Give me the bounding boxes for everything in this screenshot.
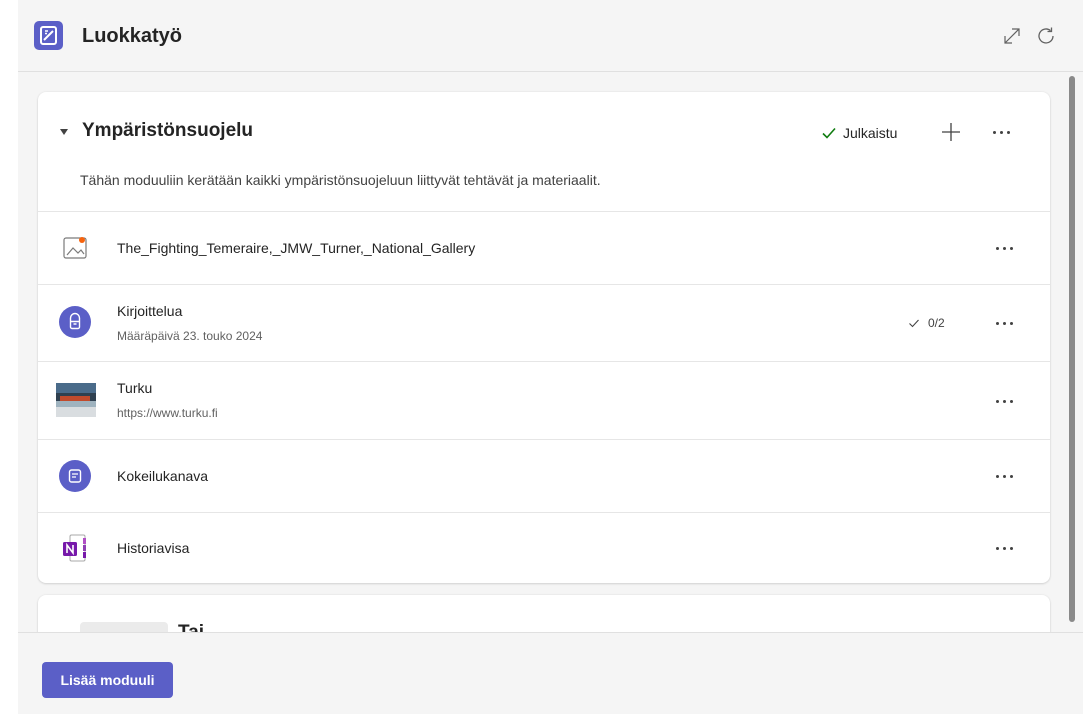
modules-list: Ympäristönsuojelu Julkaistu Tähän moduul… bbox=[18, 72, 1083, 632]
refresh-icon[interactable] bbox=[1034, 24, 1058, 48]
item-name: Historiavisa bbox=[117, 540, 190, 556]
published-status: Julkaistu bbox=[821, 123, 897, 143]
more-options-icon[interactable] bbox=[990, 121, 1014, 143]
add-module-button[interactable]: Lisää moduuli bbox=[42, 662, 173, 698]
page-title: Luokkatyö bbox=[82, 25, 183, 47]
add-icon[interactable] bbox=[940, 121, 962, 143]
item-name: Turku bbox=[117, 380, 153, 396]
more-options-icon[interactable] bbox=[993, 465, 1017, 487]
link-thumbnail bbox=[56, 383, 96, 417]
channel-icon bbox=[59, 460, 91, 492]
due-date: Määräpäivä 23. touko 2024 bbox=[117, 329, 263, 343]
list-item[interactable]: Turku https://www.turku.fi bbox=[38, 362, 1050, 439]
assignment-app-icon bbox=[34, 21, 63, 50]
checkmark-icon bbox=[822, 127, 836, 139]
module-title[interactable]: Ympäristönsuojelu bbox=[82, 120, 253, 142]
link-url[interactable]: https://www.turku.fi bbox=[117, 406, 218, 420]
app-header: Luokkatyö bbox=[18, 0, 1083, 72]
more-options-icon[interactable] bbox=[993, 312, 1017, 334]
item-name: The_Fighting_Temeraire,_JMW_Turner,_Nati… bbox=[117, 240, 476, 256]
more-options-icon[interactable] bbox=[993, 390, 1017, 412]
more-options-icon[interactable] bbox=[993, 537, 1017, 559]
draft-badge bbox=[80, 622, 168, 632]
expand-icon[interactable] bbox=[1000, 24, 1024, 48]
more-options-icon[interactable] bbox=[993, 237, 1017, 259]
list-item[interactable]: Kirjoittelua Määräpäivä 23. touko 2024 0… bbox=[38, 285, 1050, 361]
module-card: Ympäristönsuojelu Julkaistu Tähän moduul… bbox=[38, 92, 1050, 583]
submission-count: 0/2 bbox=[908, 316, 945, 330]
chevron-down-icon[interactable] bbox=[60, 129, 68, 135]
assignment-icon bbox=[59, 306, 91, 338]
classwork-app: Luokkatyö Ympäristönsuojelu Julkaistu Tä… bbox=[18, 0, 1083, 714]
list-item[interactable]: Historiavisa bbox=[38, 513, 1050, 583]
scrollbar-thumb[interactable] bbox=[1069, 76, 1075, 622]
module-title[interactable]: Tai bbox=[178, 622, 204, 632]
module-description: Tähän moduuliin kerätään kaikki ympärist… bbox=[80, 172, 601, 188]
footer-bar: Lisää moduuli bbox=[18, 632, 1083, 714]
module-card: Tai bbox=[38, 595, 1050, 632]
item-name: Kirjoittelua bbox=[117, 303, 183, 319]
item-name: Kokeilukanava bbox=[117, 468, 209, 484]
checkmark-icon bbox=[909, 319, 919, 328]
count-value: 0/2 bbox=[928, 316, 945, 330]
list-item[interactable]: The_Fighting_Temeraire,_JMW_Turner,_Nati… bbox=[38, 212, 1050, 284]
image-file-icon bbox=[59, 232, 91, 264]
list-item[interactable]: Kokeilukanava bbox=[38, 440, 1050, 512]
onenote-icon bbox=[59, 532, 91, 564]
status-label: Julkaistu bbox=[843, 125, 898, 141]
